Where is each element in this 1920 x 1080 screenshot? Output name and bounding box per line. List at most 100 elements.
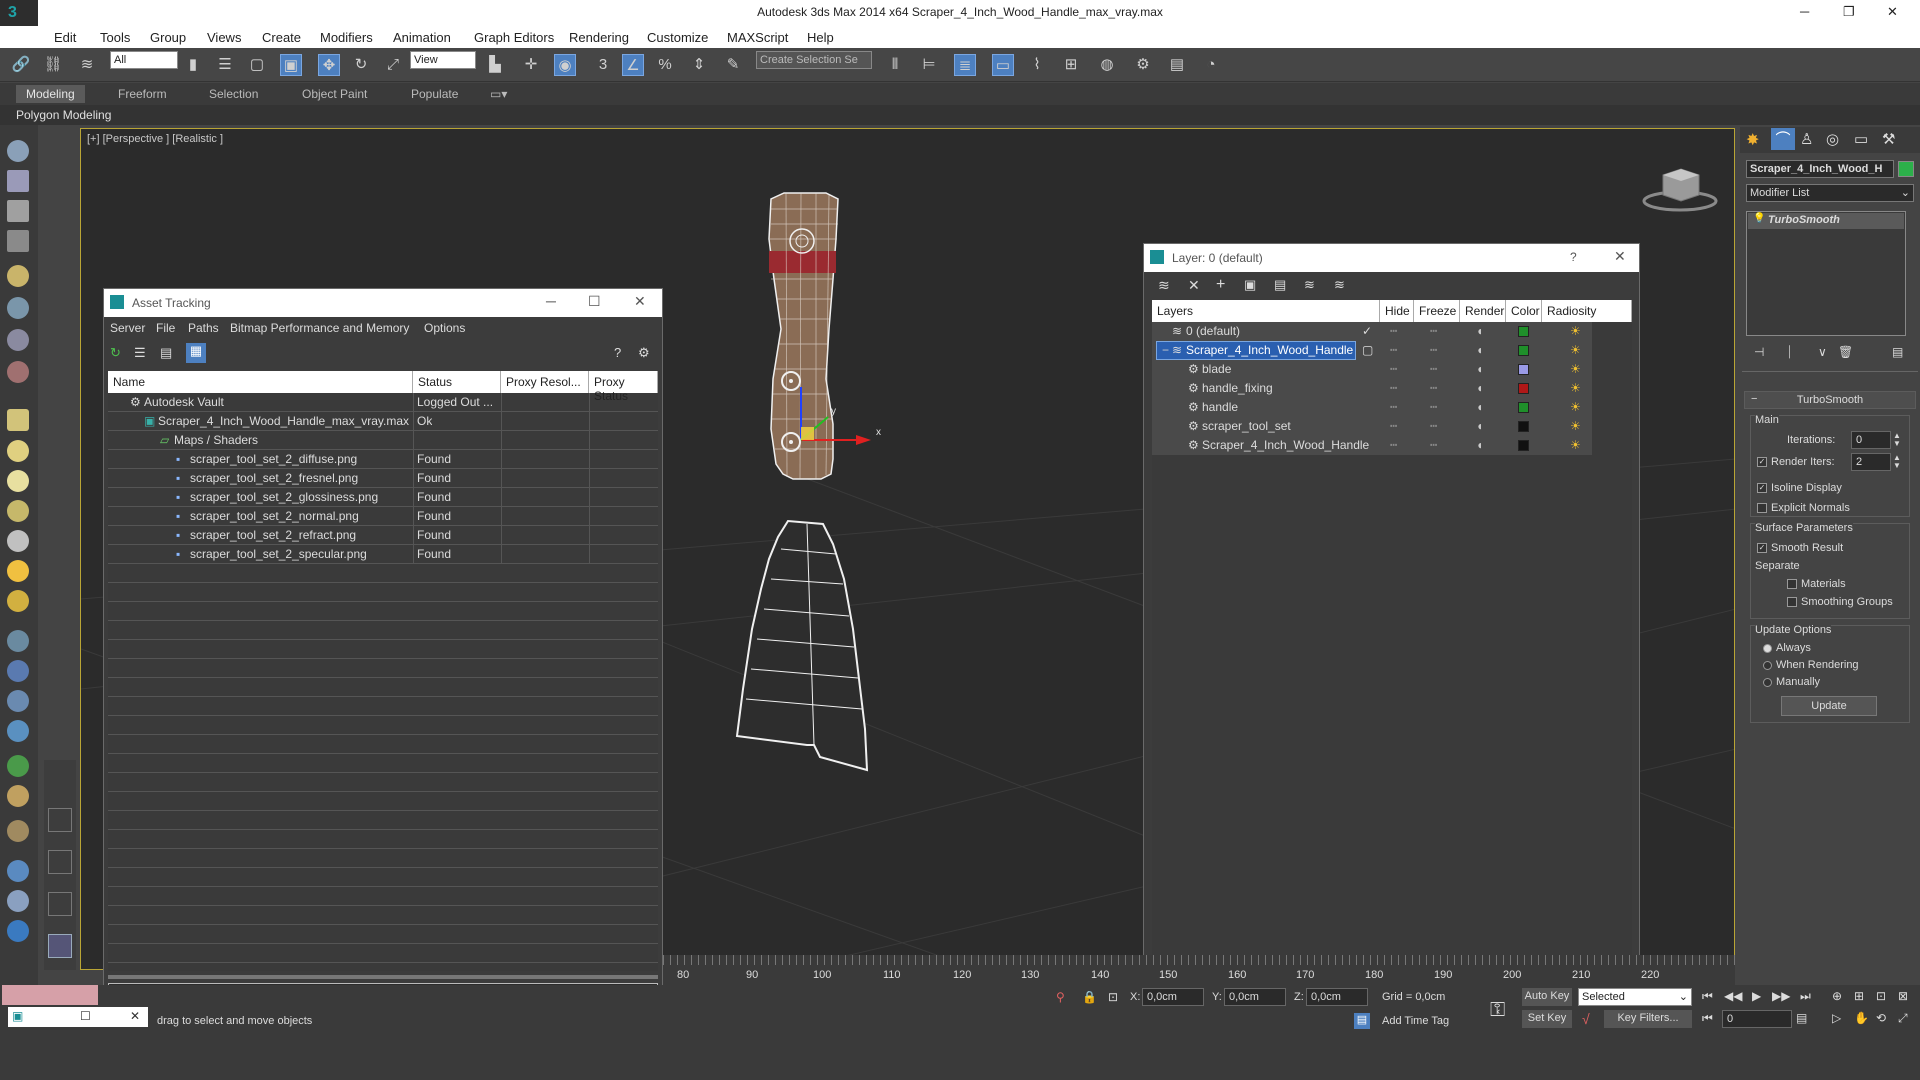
particle-flow-icon[interactable] xyxy=(7,820,29,842)
select-manipulate-icon[interactable]: ✛ xyxy=(520,54,542,76)
freeze-all-layers-icon[interactable]: ≋ xyxy=(1334,277,1345,293)
align-icon[interactable]: ⊨ xyxy=(918,54,940,76)
modifier-stack[interactable]: TurboSmooth 💡 xyxy=(1746,211,1906,336)
expand-icon[interactable]: − xyxy=(1162,343,1169,357)
curve-editor-icon[interactable]: ⌇ xyxy=(1026,54,1048,76)
layer-color-swatch[interactable] xyxy=(1518,326,1529,337)
layer-manager-titlebar[interactable]: Layer: 0 (default) ? ✕ xyxy=(1144,244,1639,272)
close-icon[interactable]: ✕ xyxy=(1887,4,1898,20)
col-proxy-status[interactable]: Proxy Status xyxy=(589,371,658,403)
angle-snap-icon[interactable]: ∠ xyxy=(622,54,644,76)
particles-icon[interactable] xyxy=(7,361,29,383)
menu-help[interactable]: Help xyxy=(807,30,834,45)
hair-icon[interactable] xyxy=(7,720,29,742)
current-layer-box-icon[interactable]: ▢ xyxy=(1362,343,1373,357)
goto-start-icon[interactable]: ⏮ xyxy=(1702,989,1713,1004)
fov-icon[interactable]: ▷ xyxy=(1832,1011,1841,1025)
render-setup-icon[interactable]: ⚙ xyxy=(1132,54,1154,76)
omni-light-icon[interactable] xyxy=(7,590,29,612)
manually-radio[interactable] xyxy=(1763,677,1772,687)
when-rendering-option[interactable]: When Rendering xyxy=(1763,659,1859,671)
set-key-mode-icon[interactable]: ⚿ xyxy=(1490,999,1505,1022)
asset-menu-options[interactable]: Options xyxy=(424,321,465,335)
menu-maxscript[interactable]: MAXScript xyxy=(727,30,788,45)
prev-frame-icon[interactable]: ◀◀ xyxy=(1724,989,1742,1003)
object-color-swatch[interactable] xyxy=(1518,440,1529,451)
isoline-checkbox[interactable]: ✓ xyxy=(1757,483,1767,494)
layer-row[interactable]: ≋ 0 (default) ✓ ┅ ┅ ◖ ☀ xyxy=(1152,322,1632,341)
walkthrough-icon[interactable] xyxy=(7,785,29,807)
make-unique-icon[interactable]: ∨ xyxy=(1818,345,1827,359)
grid-view-icon[interactable]: ▦ xyxy=(186,343,206,363)
object-row[interactable]: ⚙ Scraper_4_Inch_Wood_Handle ┅ ┅ ◖ ☀ xyxy=(1152,436,1632,455)
polygon-modeling-label[interactable]: Polygon Modeling xyxy=(16,108,111,122)
asset-menu-file[interactable]: File xyxy=(156,321,175,335)
render-teapot-icon[interactable]: ◖ xyxy=(1476,400,1483,414)
pin-stack-icon[interactable]: ⊣ xyxy=(1754,345,1764,359)
minimize-icon[interactable]: ─ xyxy=(1800,4,1809,19)
object-row[interactable]: ⚙ handle ┅ ┅ ◖ ☀ xyxy=(1152,398,1632,417)
timeline-ruler[interactable]: 80 90 100 110 120 130 140 150 160 170 18… xyxy=(663,955,1735,985)
object-color-swatch[interactable] xyxy=(1898,161,1914,177)
goto-end-icon[interactable]: ⏭ xyxy=(1800,989,1811,1004)
configure-sets-icon[interactable]: ▤ xyxy=(1892,345,1903,359)
turbosmooth-rollout-header[interactable]: TurboSmooth − xyxy=(1744,391,1916,409)
scraper-model[interactable] xyxy=(735,192,869,772)
compound-icon[interactable] xyxy=(7,690,29,712)
freeze-toggle[interactable]: ┅ xyxy=(1430,419,1437,433)
hierarchy-tab-icon[interactable]: ♙ xyxy=(1800,130,1813,148)
key-mode-icon[interactable]: ⏮ xyxy=(1702,1011,1713,1026)
hide-toggle[interactable]: ┅ xyxy=(1390,343,1397,357)
current-frame-field[interactable]: 0 xyxy=(1722,1010,1792,1028)
table-row[interactable]: ▱ Maps / Shaders xyxy=(108,431,658,450)
menu-create[interactable]: Create xyxy=(262,30,301,45)
play-icon[interactable]: ▶ xyxy=(1752,989,1761,1003)
asset-minimize-icon[interactable]: ─ xyxy=(546,293,556,309)
asset-menu-bitmap[interactable]: Bitmap Performance and Memory xyxy=(230,321,409,335)
thumb-restore-icon[interactable]: ☐ xyxy=(80,1009,91,1023)
menu-tools[interactable]: Tools xyxy=(100,30,130,45)
select-scale-icon[interactable]: ⤢ xyxy=(382,54,404,76)
render-iters-check[interactable]: ✓ Render Iters: xyxy=(1757,456,1835,468)
asset-tracking-titlebar[interactable]: Asset Tracking ─ ☐ ✕ xyxy=(104,289,662,317)
table-row[interactable]: ⚙ Autodesk Vault Logged Out ... xyxy=(108,393,658,412)
edit-named-selection-icon[interactable]: ✎ xyxy=(722,54,744,76)
smoothing-groups-checkbox[interactable] xyxy=(1787,597,1797,608)
menu-modifiers[interactable]: Modifiers xyxy=(320,30,373,45)
hide-toggle[interactable]: ┅ xyxy=(1390,419,1397,433)
freeze-toggle[interactable]: ┅ xyxy=(1430,324,1437,338)
gizmo-x-arrow[interactable] xyxy=(856,435,871,445)
layer-help-icon[interactable]: ? xyxy=(1570,250,1577,264)
named-selection-dropdown[interactable]: Create Selection Se xyxy=(756,51,872,69)
hide-toggle[interactable]: ┅ xyxy=(1390,438,1397,452)
orbit-icon[interactable]: ⟲ xyxy=(1876,1011,1886,1025)
display-tab-icon[interactable]: ▭ xyxy=(1854,130,1868,148)
zoom-extents-all-icon[interactable]: ⊠ xyxy=(1898,989,1908,1003)
smooth-result-checkbox[interactable]: ✓ xyxy=(1757,543,1767,554)
reference-coordinate-dropdown[interactable]: View xyxy=(410,51,476,69)
col-render[interactable]: Render xyxy=(1460,300,1506,322)
tab-freeform[interactable]: Freeform xyxy=(118,87,167,101)
select-rotate-icon[interactable]: ↻ xyxy=(350,54,372,76)
freeze-toggle[interactable]: ┅ xyxy=(1430,381,1437,395)
menu-animation[interactable]: Animation xyxy=(393,30,451,45)
object-color-swatch[interactable] xyxy=(1518,402,1529,413)
freeze-toggle[interactable]: ┅ xyxy=(1430,343,1437,357)
table-row[interactable]: ▪ scraper_tool_set_2_diffuse.png Found xyxy=(108,450,658,469)
material-editor-icon[interactable]: ◍ xyxy=(1096,54,1118,76)
restore-icon[interactable]: ❐ xyxy=(1843,4,1855,20)
bind-spacewarp-icon[interactable]: ≋ xyxy=(76,54,98,76)
z-coordinate-field[interactable]: 0,0cm xyxy=(1306,988,1368,1006)
modifier-stack-item[interactable]: TurboSmooth xyxy=(1748,213,1904,229)
schematic-view-icon[interactable]: ⊞ xyxy=(1060,54,1082,76)
snaps-toggle-icon[interactable]: 3 xyxy=(592,54,614,76)
sun-icon[interactable] xyxy=(7,560,29,582)
create-layer-icon[interactable]: ≋ xyxy=(1158,277,1170,294)
set-key-button[interactable]: Set Key xyxy=(1522,1010,1572,1028)
isoline-display-option[interactable]: ✓ Isoline Display xyxy=(1757,482,1842,494)
select-object-icon[interactable]: ▮ xyxy=(182,54,204,76)
layer-close-icon[interactable]: ✕ xyxy=(1614,248,1626,265)
plane-icon[interactable] xyxy=(7,200,29,222)
render-teapot-icon[interactable]: ◖ xyxy=(1476,438,1483,452)
radiosity-icon[interactable]: ☀ xyxy=(1570,343,1581,357)
